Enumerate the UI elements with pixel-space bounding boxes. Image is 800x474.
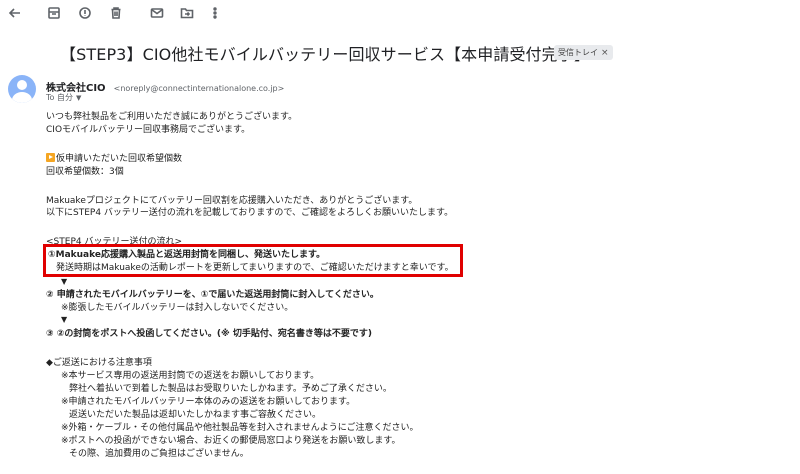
desired-count-heading: 仮申請いただいた回収希望個数: [46, 153, 182, 165]
step-3: ③ ②の封筒をポストへ投函してください。(※ 切手貼付、宛名書き等は不要です): [46, 329, 372, 339]
report-spam-icon: [79, 7, 91, 19]
mark-unread-button[interactable]: [147, 3, 167, 23]
note-line: ※申請されたモバイルバッテリー本体のみの返送をお願いしております。: [61, 397, 356, 407]
step-2-note: ※膨張したモバイルバッテリーは封入しないでください。: [61, 303, 294, 313]
makuake-line-2: 以下にSTEP4 バッテリー送付の流れを記載しておりますので、ご確認をよろしくお…: [46, 208, 454, 218]
note-line: ※本サービス専用の返送用封筒での返送をお願いしております。: [61, 371, 320, 381]
highlight-box: [43, 244, 463, 277]
inbox-label-text: 受信トレイ: [558, 48, 598, 57]
note-line: 返送いただいた製品は返却いたしかねます事ご容赦ください。: [69, 410, 322, 420]
sender-avatar: [8, 75, 36, 103]
delete-icon: [111, 7, 121, 19]
notes-heading: ◆ご返送における注意事項: [46, 358, 152, 368]
inbox-label-chip[interactable]: 受信トレイ ×: [554, 45, 613, 60]
more-options-button[interactable]: [205, 3, 225, 23]
note-line: その際、追加費用のご負担はございません。: [69, 449, 249, 459]
delete-button[interactable]: [106, 3, 126, 23]
remove-label-icon[interactable]: ×: [601, 48, 609, 58]
greeting-line-2: CIOモバイルバッテリー回収事務局でございます。: [46, 125, 251, 135]
email-toolbar: [0, 0, 800, 26]
back-arrow-icon: [8, 8, 20, 18]
more-vert-icon: [213, 7, 217, 19]
note-line: ※ポストへの投函ができない場合、お近くの郵便局窓口より発送をお願い致します。: [61, 436, 401, 446]
email-subject: 【STEP3】CIO他社モバイルバッテリー回収サービス【本申請受付完了】: [60, 45, 590, 64]
desired-count-heading-text: 仮申請いただいた回収希望個数: [56, 154, 183, 164]
report-spam-button[interactable]: [75, 3, 95, 23]
mark-unread-icon: [150, 8, 164, 18]
back-button[interactable]: [5, 3, 25, 23]
move-to-button[interactable]: [177, 3, 197, 23]
note-line: 弊社へ着払いで到着した製品はお受取りいたしかねます。予めご了承ください。: [69, 384, 392, 394]
greeting-line-1: いつも弊社製品をご利用いただき誠にありがとうございます。: [46, 112, 298, 122]
sender-email: <noreply@connectinternationalone.co.jp>: [113, 84, 285, 93]
flow-arrow-2: ▼: [61, 315, 68, 324]
recipient-dropdown[interactable]: To 自分 ▼: [46, 92, 81, 103]
recipient-text: To 自分: [46, 93, 73, 102]
desired-count: 回収希望個数：3個: [46, 167, 124, 177]
move-to-icon: [180, 8, 194, 19]
chevron-down-icon: ▼: [75, 94, 82, 102]
archive-icon: [48, 7, 60, 19]
makuake-line-1: Makuakeプロジェクトにてバッテリー回収割を応援購入いただき、ありがとうござ…: [46, 196, 418, 206]
note-line: ※外箱・ケーブル・その他付属品や他社製品等を封入されませんようにご注意ください。: [61, 423, 419, 433]
play-icon: [46, 153, 55, 162]
step-2: ② 申請されたモバイルバッテリーを、①で届いた返送用封筒に封入してください。: [46, 290, 379, 300]
sender-info: 株式会社CIO <noreply@connectinternationalone…: [46, 76, 284, 95]
archive-button[interactable]: [44, 3, 64, 23]
flow-arrow-1: ▼: [61, 277, 68, 286]
